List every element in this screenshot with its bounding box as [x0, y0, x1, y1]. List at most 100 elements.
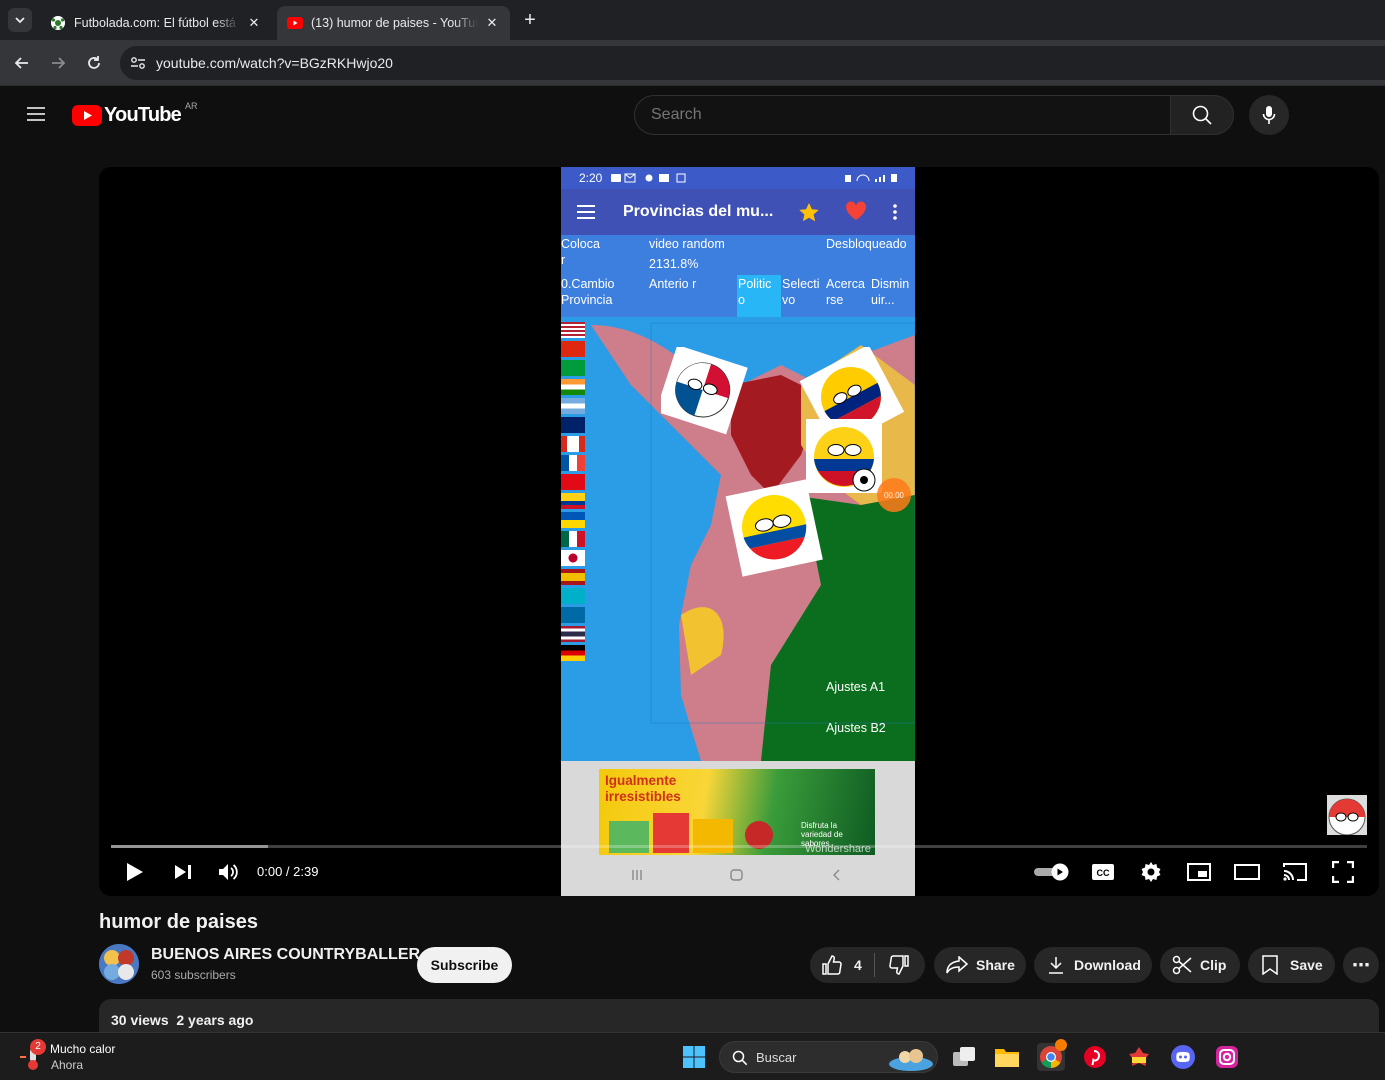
channel-name[interactable]: BUENOS AIRES COUNTRYBALLER [151, 946, 420, 964]
grid-button-selectivo[interactable]: Selecti vo [782, 276, 826, 308]
taskbar-search[interactable]: Buscar [719, 1041, 938, 1073]
flag-china-icon[interactable] [561, 341, 585, 357]
grid-button-cambio-provincia[interactable]: 0.Cambio Provincia [561, 276, 631, 308]
channel-watermark[interactable] [1327, 795, 1367, 835]
miniplayer-button[interactable] [1185, 857, 1213, 887]
arrow-left-icon [14, 57, 28, 69]
flag-column [561, 322, 585, 662]
grid-button-politico[interactable]: Politic o [738, 276, 780, 308]
discord-button[interactable] [1169, 1043, 1197, 1071]
new-tab-button[interactable]: + [519, 8, 541, 32]
tab-youtube-active[interactable]: (13) humor de paises - YouTube ✕ [277, 6, 510, 40]
video-player[interactable]: 2:20 Provincias del mu... Coloca r video… [99, 167, 1379, 896]
fullscreen-button[interactable] [1329, 857, 1357, 887]
url-text[interactable]: youtube.com/watch?v=BGzRKHwjo20 [156, 55, 393, 71]
grid-button-disminuir[interactable]: Dismin uir... [871, 276, 915, 308]
guide-menu-button[interactable] [26, 106, 46, 122]
flag-spain-icon[interactable] [561, 569, 585, 585]
pinterest-button[interactable] [1081, 1043, 1109, 1071]
flag-france-icon[interactable] [561, 455, 585, 471]
flag-kazakhstan-icon[interactable] [561, 588, 585, 604]
tab-search-button[interactable] [8, 8, 32, 32]
dislike-button[interactable] [875, 955, 923, 975]
download-button[interactable]: Download [1034, 947, 1152, 983]
flag-usa-icon[interactable] [561, 322, 585, 338]
flag-brazil-icon[interactable] [561, 360, 585, 376]
like-count: 4 [854, 957, 862, 973]
forward-button[interactable] [48, 53, 68, 73]
chrome-button[interactable] [1037, 1039, 1067, 1071]
voice-search-button[interactable] [1249, 95, 1289, 135]
clip-label: Clip [1200, 957, 1227, 973]
tab-close-icon[interactable]: ✕ [484, 15, 500, 31]
folder-icon [995, 1049, 1019, 1067]
back-button[interactable] [12, 53, 32, 73]
omnibox[interactable]: youtube.com/watch?v=BGzRKHwjo20 [120, 46, 1385, 80]
flag-turkey-icon[interactable] [561, 474, 585, 490]
browser-tab-bar: Futbolada.com: El fútbol está en ✕ (13) … [0, 0, 1385, 40]
instagram-button[interactable] [1213, 1043, 1241, 1071]
autoplay-toggle[interactable] [1033, 857, 1071, 887]
flag-australia-icon[interactable] [561, 417, 585, 433]
flag-sweden-icon[interactable] [561, 607, 585, 623]
search-input[interactable] [635, 96, 1170, 134]
progress-bar[interactable] [111, 845, 1367, 848]
youtube-logo[interactable]: YouTube AR [72, 101, 198, 127]
app-toolbar: Provincias del mu... [561, 189, 915, 235]
tab-futbolada[interactable]: Futbolada.com: El fútbol está en ✕ [40, 6, 272, 40]
grid-button-colocar[interactable]: Coloca r [561, 236, 605, 268]
autoplay-toggle-icon [1034, 863, 1069, 881]
file-explorer-button[interactable] [993, 1043, 1021, 1071]
play-button[interactable] [121, 857, 149, 887]
task-view-button[interactable] [950, 1043, 978, 1071]
youtube-masthead: YouTube AR [0, 86, 1385, 143]
mute-button[interactable] [215, 857, 243, 887]
reload-button[interactable] [84, 53, 104, 73]
grid-button-video-random[interactable]: video random [649, 236, 725, 252]
share-button[interactable]: Share [934, 947, 1026, 983]
countryball-watermark-icon [1328, 798, 1366, 835]
flag-ukraine-icon[interactable] [561, 512, 585, 528]
search-box[interactable] [634, 95, 1171, 135]
more-vert-icon [893, 204, 897, 220]
weather-widget[interactable]: 2 Mucho calor Ahora [18, 1039, 148, 1075]
start-button[interactable] [680, 1043, 708, 1071]
settings-button[interactable] [1137, 857, 1165, 887]
phone-status-bar: 2:20 [561, 167, 915, 189]
youtube-logo-icon [72, 105, 102, 126]
flag-mexico-icon[interactable] [561, 531, 585, 547]
cast-button[interactable] [1281, 857, 1309, 887]
site-settings-icon[interactable] [130, 56, 146, 70]
flag-colombia-icon[interactable] [561, 493, 585, 509]
flag-canada-icon[interactable] [561, 436, 585, 452]
clip-button[interactable]: Clip [1160, 947, 1240, 983]
search-icon [1192, 105, 1212, 125]
flag-thailand-icon[interactable] [561, 626, 585, 642]
flag-argentina-icon[interactable] [561, 398, 585, 414]
tab-close-icon[interactable]: ✕ [246, 15, 262, 31]
save-button[interactable]: Save [1248, 947, 1335, 983]
flag-germany-icon[interactable] [561, 645, 585, 661]
like-button[interactable]: 4 [810, 955, 874, 975]
video-frame[interactable]: 2:20 Provincias del mu... Coloca r video… [561, 167, 915, 896]
grid-button-desbloqueado[interactable]: Desbloqueado [826, 236, 907, 252]
timer-badge: 00.00 [877, 478, 911, 512]
tab-title: (13) humor de paises - YouTube [311, 16, 478, 30]
settings-a1-button[interactable]: Ajustes A1 [826, 679, 885, 695]
theater-mode-button[interactable] [1233, 857, 1261, 887]
skip-next-icon [175, 865, 191, 879]
subtitles-button[interactable]: CC [1089, 857, 1117, 887]
search-button[interactable] [1170, 95, 1234, 135]
android-nav-bar-icon [632, 869, 840, 881]
channel-avatar[interactable] [99, 944, 139, 984]
next-button[interactable] [169, 857, 197, 887]
game-app-button[interactable] [1125, 1043, 1153, 1071]
settings-b2-button[interactable]: Ajustes B2 [826, 720, 886, 736]
subscribe-button[interactable]: Subscribe [417, 947, 512, 983]
more-actions-button[interactable]: ⋯ [1343, 947, 1379, 983]
grid-button-acercarse[interactable]: Acerca rse [826, 276, 870, 308]
flag-india-icon[interactable] [561, 379, 585, 395]
share-label: Share [976, 957, 1015, 973]
flag-japan-icon[interactable] [561, 550, 585, 566]
grid-button-anterior[interactable]: Anterio r [649, 276, 697, 292]
